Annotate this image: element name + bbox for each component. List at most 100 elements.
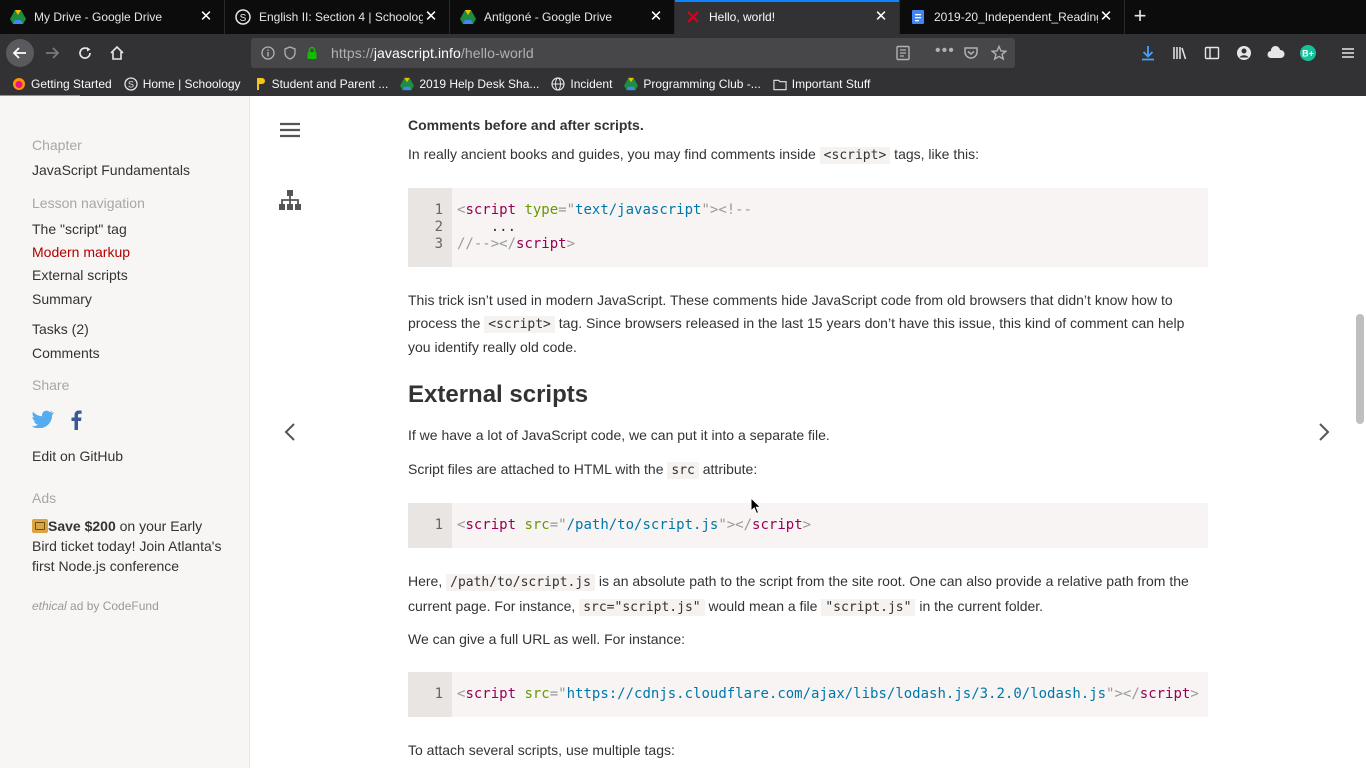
account-button[interactable] xyxy=(1234,43,1254,63)
hamburger-menu-icon[interactable] xyxy=(280,122,300,143)
home-icon xyxy=(110,45,124,60)
download-icon xyxy=(1142,46,1154,61)
next-lesson-arrow-icon[interactable] xyxy=(1318,422,1330,447)
code-text: <script src="/path/to/script.js"></scrip… xyxy=(457,517,812,533)
extension-button[interactable] xyxy=(1266,43,1286,63)
globe-icon xyxy=(551,77,565,91)
paragraph: To attach several scripts, use multiple … xyxy=(408,742,675,758)
lesson-sidebar: Chapter JavaScript Fundamentals Lesson n… xyxy=(0,96,250,768)
close-tab-icon[interactable]: ✕ xyxy=(1098,9,1114,25)
previous-lesson-arrow-icon[interactable] xyxy=(284,422,296,447)
forward-button[interactable] xyxy=(38,39,66,67)
sidebar-icon xyxy=(1204,46,1220,60)
paragraph: If we have a lot of JavaScript code, we … xyxy=(408,427,830,443)
sidebar-toggle-button[interactable] xyxy=(1202,43,1222,63)
inline-code: "script.js" xyxy=(821,598,916,616)
inline-code: src="script.js" xyxy=(579,598,705,616)
library-button[interactable] xyxy=(1170,43,1190,63)
url-text: https://javascript.info/hello-world xyxy=(331,45,534,61)
edit-on-github-link[interactable]: Edit on GitHub xyxy=(32,448,123,464)
google-docs-icon xyxy=(910,9,926,25)
url-bar[interactable]: https://javascript.info/hello-world ••• xyxy=(251,38,1015,68)
grammarly-icon: B+ xyxy=(1300,45,1316,61)
back-button[interactable] xyxy=(6,39,34,67)
hamburger-icon xyxy=(1342,48,1354,58)
bookmark-star-icon xyxy=(991,45,1007,61)
folder-icon xyxy=(773,77,787,91)
lesson-link-summary[interactable]: Summary xyxy=(32,291,92,307)
bookmark-incident[interactable]: Incident xyxy=(551,77,612,91)
lesson-link-script-tag[interactable]: The "script" tag xyxy=(32,221,127,237)
code-block[interactable]: 1 <script type="text/javascript"><!-- 2 ..… xyxy=(408,188,1208,267)
bookmark-page-icon xyxy=(253,77,267,91)
inline-code: <script> xyxy=(484,315,555,333)
code-block[interactable]: 1 <script src="/path/to/script.js"></scri… xyxy=(408,503,1208,548)
subheading-comments: Comments before and after scripts. xyxy=(408,117,644,133)
code-text: //--></script> xyxy=(457,236,576,252)
bookmark-getting-started[interactable]: Getting Started xyxy=(12,77,112,91)
paragraph: We can give a full URL as well. For inst… xyxy=(408,631,686,647)
lesson-navigation-heading: Lesson navigation xyxy=(32,195,145,211)
comments-link[interactable]: Comments xyxy=(32,345,100,361)
google-drive-icon xyxy=(400,77,415,91)
tasks-link[interactable]: Tasks (2) xyxy=(32,321,89,337)
home-button[interactable] xyxy=(103,39,131,67)
close-tab-icon[interactable]: ✕ xyxy=(873,9,889,25)
tab-title: My Drive - Google Drive xyxy=(34,10,163,24)
reload-button[interactable] xyxy=(71,39,99,67)
downloads-button[interactable] xyxy=(1138,43,1158,63)
bookmark-home-schoology[interactable]: S Home | Schoology xyxy=(124,77,241,91)
lesson-link-external-scripts[interactable]: External scripts xyxy=(32,267,128,283)
paragraph: Script files are attached to HTML with t… xyxy=(408,461,758,479)
info-icon xyxy=(261,46,275,60)
code-block[interactable]: 1 <script src="https://cdnjs.cloudflare.c… xyxy=(408,672,1208,717)
close-tab-icon[interactable]: ✕ xyxy=(648,9,664,25)
close-tab-icon[interactable]: ✕ xyxy=(198,9,214,25)
schoology-icon: S xyxy=(124,77,138,91)
line-number: 2 xyxy=(434,219,443,235)
chapter-link[interactable]: JavaScript Fundamentals xyxy=(32,162,190,178)
ad-attribution[interactable]: ethical ad by CodeFund xyxy=(32,599,159,613)
google-drive-icon xyxy=(460,9,476,25)
paragraph: Here, /path/to/script.js is an absolute … xyxy=(408,573,1189,616)
bookmark-programming-club[interactable]: Programming Club -... xyxy=(624,77,761,91)
tab-independent-reading[interactable]: 2019-20_Independent_Reading ✕ xyxy=(900,0,1125,34)
tab-schoology[interactable]: S English II: Section 4 | Schoology ✕ xyxy=(225,0,450,34)
tab-hello-world[interactable]: Hello, world! ✕ xyxy=(675,0,900,34)
promo-ad-link[interactable]: Save $200 on your Early Bird ticket toda… xyxy=(32,516,222,576)
paragraph: This trick isn’t used in modern JavaScri… xyxy=(408,292,1185,355)
bookmark-important-stuff[interactable]: Important Stuff xyxy=(773,77,870,91)
svg-text:B+: B+ xyxy=(1302,49,1314,59)
google-drive-icon xyxy=(10,9,26,25)
page-scrollbar-thumb[interactable] xyxy=(1356,314,1364,424)
lock-icon xyxy=(307,46,317,59)
facebook-icon[interactable] xyxy=(70,410,82,433)
svg-text:S: S xyxy=(240,13,247,24)
library-icon xyxy=(1173,47,1187,60)
new-tab-button[interactable]: + xyxy=(1128,5,1152,29)
bookmark-student-and-parent[interactable]: Student and Parent ... xyxy=(253,77,388,91)
navigation-toolbar: https://javascript.info/hello-world ••• … xyxy=(0,34,1366,72)
reload-icon xyxy=(79,47,91,59)
close-tab-icon[interactable]: ✕ xyxy=(423,9,439,25)
page-actions-icon[interactable]: ••• xyxy=(935,42,955,60)
promo-emoji-icon xyxy=(32,519,48,533)
article-area: Comments before and after scripts. In re… xyxy=(250,96,1356,768)
tab-antigone[interactable]: Antigoné - Google Drive ✕ xyxy=(450,0,675,34)
code-text: ... xyxy=(457,219,517,235)
schoology-icon: S xyxy=(235,9,251,25)
twitter-icon[interactable] xyxy=(31,410,54,431)
share-heading: Share xyxy=(32,377,70,393)
sitemap-icon[interactable] xyxy=(279,190,301,215)
bookmarks-toolbar: Getting Started S Home | Schoology Stude… xyxy=(0,72,1366,96)
tab-title: 2019-20_Independent_Reading xyxy=(934,10,1098,24)
lesson-link-modern-markup[interactable]: Modern markup xyxy=(32,244,130,260)
bookmark-help-desk[interactable]: 2019 Help Desk Sha... xyxy=(400,77,539,91)
chapter-heading: Chapter xyxy=(32,137,82,153)
inline-code: src xyxy=(667,462,699,479)
tab-title: Hello, world! xyxy=(709,10,776,24)
cloud-icon xyxy=(1267,45,1285,58)
grammarly-button[interactable]: B+ xyxy=(1298,43,1318,63)
menu-button[interactable] xyxy=(1338,43,1358,63)
tab-my-drive[interactable]: My Drive - Google Drive ✕ xyxy=(0,0,225,34)
